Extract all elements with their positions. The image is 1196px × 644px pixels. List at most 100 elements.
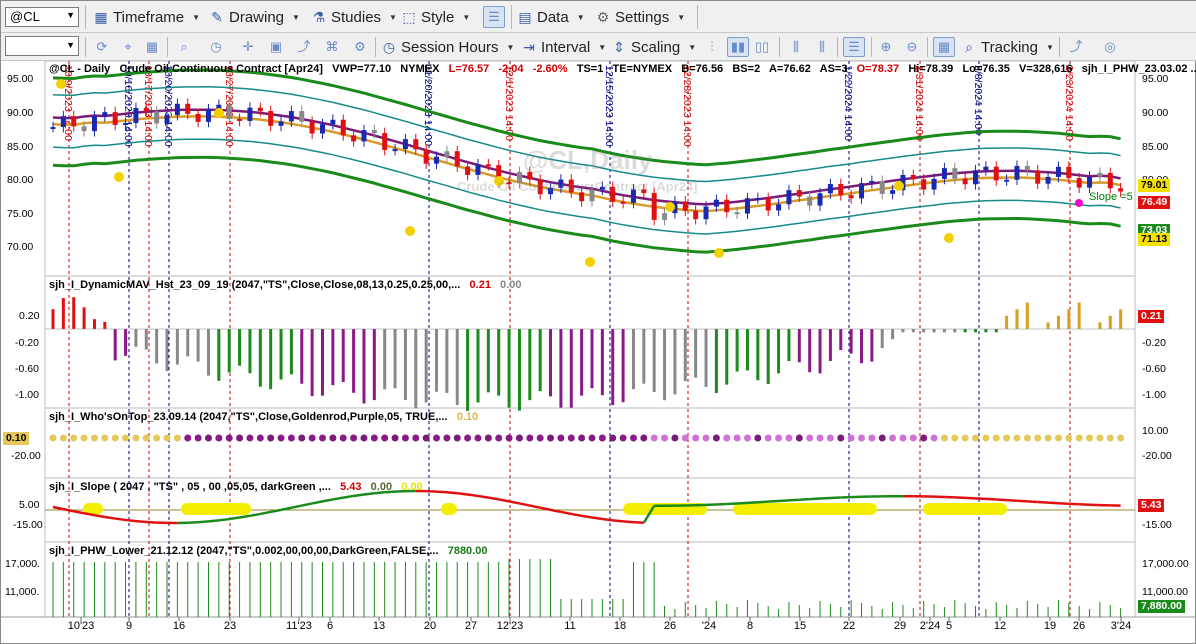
template-select[interactable]: ▼ [5, 36, 79, 56]
whos-dot [1013, 434, 1021, 442]
event-vline-label: 1/22/2024 14:00 [842, 65, 854, 141]
event-vline-label: 2/23/2024 14:00 [1063, 65, 1075, 141]
dmav-bar [901, 329, 905, 333]
panel-layout-icon[interactable]: ☰ [843, 37, 865, 57]
timeframe-menu[interactable]: ▦ Timeframe ▼ [93, 7, 200, 27]
candle-body [454, 151, 460, 167]
pivot-dot [405, 226, 415, 236]
slope-segment [353, 493, 365, 498]
event-vline-label: 12/1/2023 14:00 [503, 65, 515, 141]
ohlc-icon[interactable]: ⫼ [813, 38, 831, 56]
candle-body [50, 127, 56, 130]
candle-body [713, 199, 719, 207]
slope-value-2: 0.00 [370, 481, 393, 493]
whos-dot [1034, 434, 1042, 442]
whos-dot [992, 434, 1000, 442]
add-chart-icon[interactable]: ⤴ [1067, 38, 1085, 56]
dmav-tick: -1.00 [15, 389, 39, 401]
pivot-dot [214, 108, 224, 118]
object-icon[interactable]: ⌘ [323, 38, 341, 56]
whos-dot [1096, 434, 1104, 442]
candle-body [703, 206, 709, 220]
session-hours-menu[interactable]: ◷ Session Hours ▼ [381, 37, 515, 57]
app-window: @CL ▼ ▦ Timeframe ▼ ✎ Drawing ▼ ⚗ Studie… [0, 0, 1196, 644]
studies-menu[interactable]: ⚗ Studies ▼ [311, 7, 397, 27]
dmav-bar [891, 329, 895, 340]
candle-body [371, 130, 377, 134]
calendar-icon: ▦ [94, 9, 108, 25]
slope-segment [135, 519, 147, 524]
dmav-bar [1046, 322, 1050, 329]
trend-icon[interactable]: ⤴ [295, 38, 313, 56]
dmav-bar [714, 329, 718, 394]
whos-dot [298, 434, 306, 442]
clock-icon[interactable]: ◷ [207, 38, 225, 56]
dmav-bar [206, 329, 210, 376]
whos-dot [567, 434, 575, 442]
phw-tick-right: 17,000.00 [1142, 558, 1189, 570]
dmav-bar [486, 329, 490, 393]
candle-body [402, 139, 408, 150]
candle-body [247, 107, 253, 121]
grid-icon[interactable]: ▦ [143, 38, 161, 56]
dmav-bar [300, 329, 304, 384]
candle-body [154, 111, 160, 124]
chart-area[interactable]: 10/9/2023 14:00 10/16/2023 14:00 10/17/202… [1, 60, 1196, 644]
whos-dot [868, 434, 876, 442]
candle-style-icon[interactable]: ▮▮ [727, 37, 749, 57]
candle-body [910, 174, 916, 180]
cursor-icon[interactable]: ⌖ [119, 38, 137, 56]
dmav-bar [1015, 309, 1019, 329]
symbol-input[interactable]: @CL ▼ [5, 7, 79, 27]
hollow-candle-icon[interactable]: ▯▯ [753, 38, 771, 56]
header-bid-size: BS=2 [732, 63, 761, 75]
dmav-bar [341, 329, 345, 383]
settings-menu[interactable]: ⚙ Settings ▼ [595, 7, 685, 27]
dmav-bar [735, 329, 739, 372]
price-tick: 85.00 [7, 141, 34, 153]
tracking-menu[interactable]: ⌕ Tracking ▼ [961, 37, 1054, 57]
bar-style-icon[interactable]: ⫶ [703, 38, 721, 56]
chevron-down-icon[interactable]: ▼ [66, 10, 75, 20]
chart-header: @CL - Daily Crude Oil Continuous Contrac… [49, 63, 1196, 75]
style-menu[interactable]: ⬚ Style ▼ [401, 7, 470, 27]
zoom-data-icon[interactable]: ⌕ [175, 38, 193, 56]
layout-icon[interactable]: ☰ [483, 6, 505, 28]
image-icon[interactable]: ▣ [267, 38, 285, 56]
dmav-bar [839, 329, 843, 351]
whos-dot [70, 434, 78, 442]
dmav-bar [258, 329, 262, 387]
slope-segment [115, 517, 126, 522]
slope-segment [778, 499, 790, 503]
symbol-value: @CL [10, 9, 40, 24]
whos-dot [1003, 434, 1011, 442]
zoom-out-icon[interactable]: ⊖ [903, 38, 921, 56]
candle-body [1066, 166, 1072, 179]
phw-tick-right: 11,000.00 [1142, 586, 1188, 598]
candle-body [268, 111, 274, 126]
scaling-menu[interactable]: ⇕ Scaling ▼ [611, 37, 696, 57]
interval-menu[interactable]: ⇥ Interval ▼ [521, 37, 606, 57]
slope-segment [291, 504, 303, 509]
analysis-icon[interactable]: ◎ [1101, 38, 1119, 56]
style-label: Style [421, 8, 455, 26]
slope-segment [519, 502, 531, 507]
data-menu[interactable]: ▤ Data ▼ [517, 7, 584, 27]
drawing-label: Drawing [229, 8, 285, 26]
whos-dot [153, 434, 161, 442]
whos-dot [982, 434, 990, 442]
zoom-in-icon[interactable]: ⊕ [877, 38, 895, 56]
slope-value-3: 0.00 [401, 481, 423, 493]
whos-dot [909, 434, 917, 442]
price-tag-lower: 71.13 [1138, 233, 1171, 246]
whos-dot [350, 434, 358, 442]
chevron-down-icon: ▼ [598, 42, 607, 52]
whos-dot [443, 434, 451, 442]
candle-body [475, 164, 481, 175]
drawing-menu[interactable]: ✎ Drawing ▼ [209, 7, 300, 27]
volume-bars-icon[interactable]: ⫼ [787, 38, 805, 56]
refresh-icon[interactable]: ⟳ [93, 38, 111, 56]
gear-small-icon[interactable]: ⚙ [351, 38, 369, 56]
table-icon[interactable]: ▦ [933, 37, 955, 57]
crosshair-icon[interactable]: ✛ [239, 38, 257, 56]
